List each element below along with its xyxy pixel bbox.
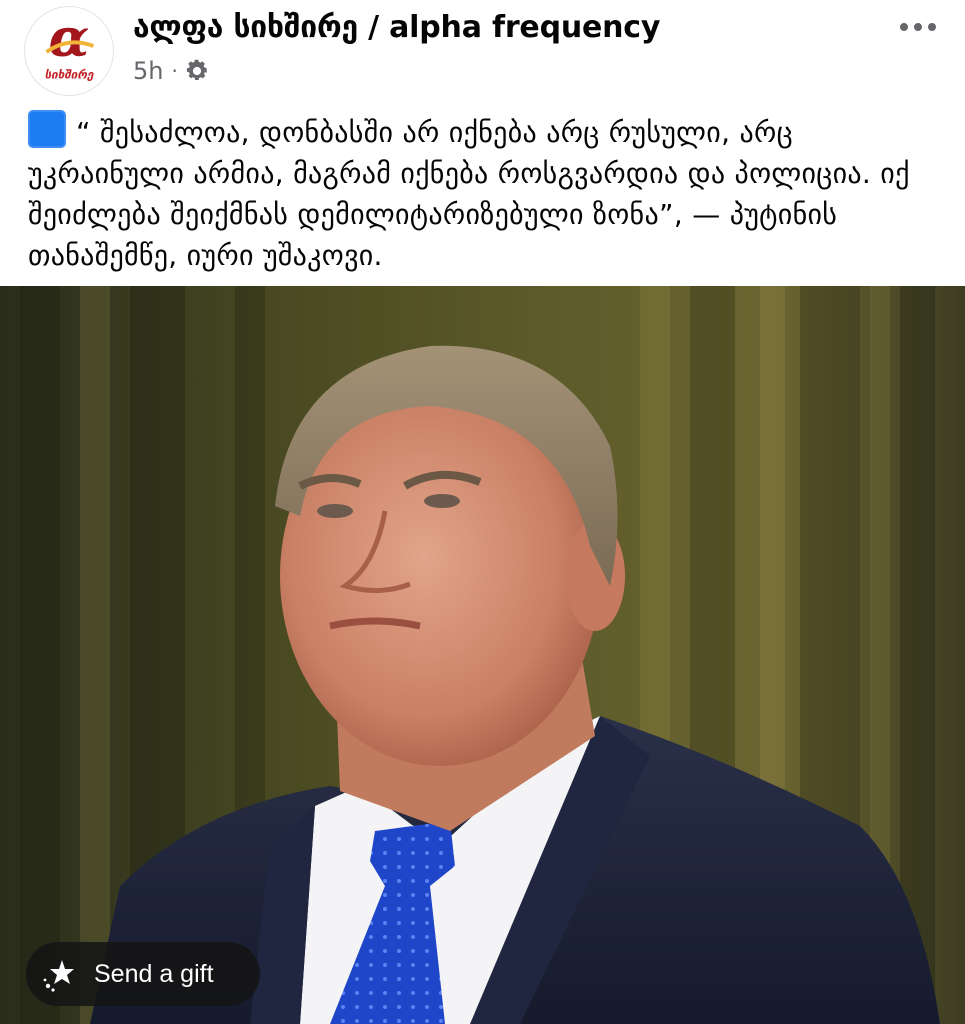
meta-separator: ·: [171, 59, 178, 83]
more-dot: [928, 23, 936, 31]
post-photo[interactable]: [0, 286, 965, 1024]
send-gift-label: Send a gift: [94, 959, 214, 988]
alpha-logo-icon: α სიხშირე: [25, 7, 113, 95]
blue-square-icon: [28, 110, 66, 148]
post-body: “ შესაძლოა, დონბასში არ იქნება არც რუსულ…: [28, 110, 940, 276]
page-name-link[interactable]: ალფა სიხშირე / alpha frequency: [133, 10, 660, 45]
page-avatar[interactable]: α სიხშირე: [24, 6, 114, 96]
post-header: α სიხშირე ალფა სიხშირე / alpha frequency…: [0, 0, 965, 100]
post-body-text: “ შესაძლოა, დონბასში არ იქნება არც რუსულ…: [28, 116, 910, 272]
portrait-photo: [0, 286, 965, 1024]
send-gift-button[interactable]: Send a gift: [26, 942, 260, 1006]
more-horizontal-icon: [900, 23, 908, 31]
logo-text: სიხშირე: [45, 67, 94, 81]
post-meta: 5h ·: [133, 56, 210, 86]
gift-sparkle-icon: [43, 960, 74, 992]
more-options-button[interactable]: [893, 10, 943, 44]
post-time[interactable]: 5h: [133, 57, 163, 85]
logo-letter: α: [49, 7, 90, 69]
more-dot: [914, 23, 922, 31]
gear-icon: [186, 59, 207, 80]
